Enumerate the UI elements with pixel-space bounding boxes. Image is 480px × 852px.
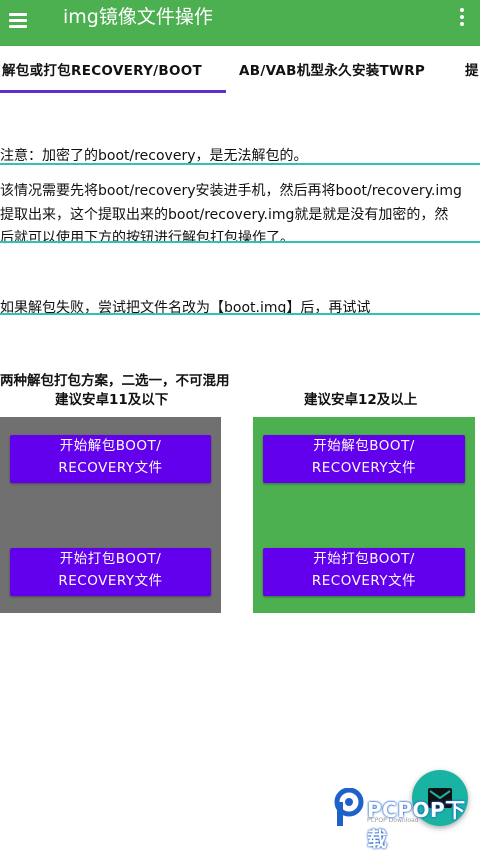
button-label: RECOVERY文件 <box>58 460 163 476</box>
hamburger-menu-icon[interactable] <box>9 13 27 28</box>
right-scheme-label: 建议安卓12及以上 <box>304 392 418 408</box>
button-label: 开始解包BOOT/ <box>59 438 162 454</box>
left-pack-button[interactable]: 开始打包BOOT/ RECOVERY文件 <box>10 548 211 596</box>
button-label: 开始打包BOOT/ <box>313 551 415 567</box>
watermark-sub: PCPOP Download <box>367 817 419 824</box>
note-extract: 该情况需要先将boot/recovery安装进手机，然后再将boot/recov… <box>0 180 462 251</box>
note-encrypted: 注意：加密了的boot/recovery，是无法解包的。 <box>0 148 308 164</box>
pcpop-logo-icon <box>334 788 364 826</box>
button-label: RECOVERY文件 <box>58 573 163 589</box>
left-unpack-button[interactable]: 开始解包BOOT/ RECOVERY文件 <box>10 435 211 483</box>
right-pack-button[interactable]: 开始打包BOOT/ RECOVERY文件 <box>263 548 465 596</box>
divider <box>0 163 480 165</box>
tab-bar: 解包或打包RECOVERY/BOOT AB/VAB机型永久安装TWRP 提 <box>0 46 480 94</box>
note-extract-line: 提取出来，这个提取出来的boot/recovery.img就是就是没有加密的，然 <box>0 206 449 223</box>
button-label: 开始打包BOOT/ <box>59 551 162 567</box>
tab-extract[interactable]: 提 <box>465 59 479 79</box>
right-unpack-button[interactable]: 开始解包BOOT/ RECOVERY文件 <box>263 435 465 483</box>
tab-unpack-pack-recovery-boot[interactable]: 解包或打包RECOVERY/BOOT <box>2 59 202 79</box>
tab-indicator <box>0 90 226 93</box>
watermark: PCPOP下载 PCPOP Download <box>333 788 480 851</box>
divider <box>0 241 480 243</box>
more-vertical-icon[interactable] <box>456 6 468 28</box>
app-title: img镜像文件操作 <box>63 6 213 28</box>
button-label: RECOVERY文件 <box>311 573 417 589</box>
button-label: 开始解包BOOT/ <box>313 438 415 454</box>
left-scheme-label: 建议安卓11及以下 <box>55 392 169 408</box>
note-extract-line: 后就可以使用下方的按钮进行解包打包操作了。 <box>0 230 294 246</box>
app-bar: img镜像文件操作 <box>0 0 480 46</box>
tab-ab-vab-install-twrp[interactable]: AB/VAB机型永久安装TWRP <box>239 59 425 79</box>
scheme-title: 两种解包打包方案，二选一，不可混用 <box>0 373 230 389</box>
divider <box>0 313 480 315</box>
note-extract-line: 该情况需要先将boot/recovery安装进手机，然后再将boot/recov… <box>0 183 462 199</box>
button-label: RECOVERY文件 <box>311 460 417 476</box>
